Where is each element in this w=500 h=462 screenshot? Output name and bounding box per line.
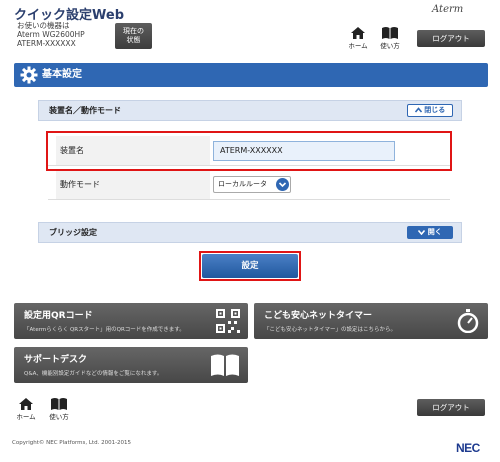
section-title-text: 基本設定: [42, 69, 82, 80]
help-link[interactable]: 使い方: [378, 26, 402, 50]
mode-select-value: ローカルルータ: [218, 180, 267, 188]
footer-logout-button[interactable]: ログアウト: [417, 399, 485, 416]
book-icon: [51, 398, 67, 410]
support-tile-desc: Q&A、機能別設定ガイドなどの情報をご覧になれます。: [24, 371, 163, 377]
home-label: ホーム: [348, 42, 368, 50]
accordion-device-mode-title: 装置名／動作モード: [49, 106, 121, 115]
kids-tile-title: こども安心ネットタイマー: [264, 311, 373, 321]
qr-code-icon: [216, 309, 240, 333]
device-name: ATERM-XXXXXX: [17, 39, 76, 48]
collapse-button-label: 閉じる: [424, 106, 446, 114]
qr-tile-title: 設定用QRコード: [24, 311, 93, 321]
chevron-up-icon: [414, 107, 422, 113]
section-title: 基本設定: [14, 63, 488, 87]
accordion-device-mode[interactable]: 装置名／動作モード 閉じる: [38, 100, 462, 121]
home-icon: [19, 398, 33, 410]
highlight-set-button: [199, 251, 301, 281]
footer-help-label: 使い方: [49, 413, 69, 421]
highlight-device-name: [46, 131, 452, 171]
kids-tile-desc: 「こども安心ネットタイマー」の設定はこちらから。: [264, 327, 397, 333]
nec-logo: NEC: [456, 441, 480, 455]
logout-button[interactable]: ログアウト: [417, 30, 485, 47]
device-model: Aterm WG2600HP: [17, 30, 85, 39]
mode-select[interactable]: ローカルルータ: [213, 176, 291, 193]
qr-tile-desc: 「Atermらくらく QRスタート」用のQRコードを作成できます。: [24, 327, 185, 333]
expand-button-label: 開く: [427, 228, 442, 236]
book-icon: [382, 27, 398, 39]
collapse-button[interactable]: 閉じる: [407, 104, 453, 117]
mode-label: 動作モード: [56, 170, 210, 199]
brand-logo: Aterm: [432, 4, 464, 15]
kids-timer-tile[interactable]: こども安心ネットタイマー 「こども安心ネットタイマー」の設定はこちらから。: [254, 303, 488, 339]
footer-home-link[interactable]: ホーム: [14, 397, 38, 421]
help-label: 使い方: [380, 42, 400, 50]
expand-button[interactable]: 開く: [407, 226, 453, 239]
accordion-bridge[interactable]: ブリッジ設定 開く: [38, 222, 462, 243]
device-label: お使いの機器は: [17, 21, 70, 30]
stopwatch-icon: [457, 309, 479, 333]
chevron-down-icon: [418, 229, 426, 236]
footer-help-link[interactable]: 使い方: [47, 397, 71, 421]
mode-row: 動作モード ローカルルータ: [48, 170, 450, 200]
current-status-button[interactable]: 現在の 状態: [115, 23, 152, 49]
support-tile-title: サポートデスク: [24, 355, 88, 365]
chevron-down-icon: [278, 182, 287, 188]
footer-home-label: ホーム: [16, 413, 36, 421]
qr-code-tile[interactable]: 設定用QRコード 「Atermらくらく QRスタート」用のQRコードを作成できま…: [14, 303, 248, 339]
book-icon: [211, 354, 239, 376]
copyright: Copyright© NEC Platforms, Ltd. 2001-2015: [12, 440, 132, 446]
gear-icon: [20, 66, 38, 84]
status-button-line2: 状態: [126, 36, 141, 44]
select-arrow: [276, 178, 289, 191]
status-button-line1: 現在の: [123, 27, 144, 35]
accordion-bridge-title: ブリッジ設定: [49, 228, 97, 237]
home-link[interactable]: ホーム: [346, 26, 370, 50]
header: クイック設定Web お使いの機器は Aterm WG2600HP ATERM-X…: [0, 0, 500, 60]
home-icon: [351, 27, 365, 39]
support-desk-tile[interactable]: サポートデスク Q&A、機能別設定ガイドなどの情報をご覧になれます。: [14, 347, 248, 383]
